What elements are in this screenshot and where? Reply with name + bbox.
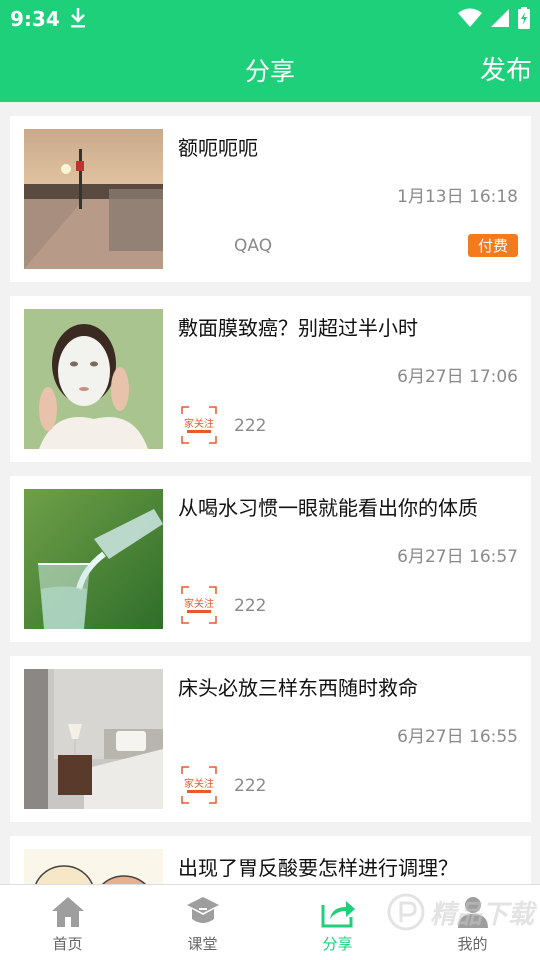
source-logo-text: 家关注 [184, 777, 214, 790]
post-author: 222 [234, 596, 267, 616]
nav-label: 首页 [52, 935, 83, 953]
classroom-icon [186, 897, 219, 923]
post-card[interactable]: 出现了胃反酸要怎样进行调理？ [10, 836, 531, 884]
status-time: 9:34 [10, 7, 60, 31]
post-time: 1月13日 16:18 [397, 187, 518, 207]
post-card[interactable]: 床头必放三样东西随时救命 6月27日 16:55 家关注 222 [10, 656, 531, 822]
post-time: 6月27日 16:57 [397, 547, 518, 567]
post-title: 出现了胃反酸要怎样进行调理？ [178, 856, 458, 880]
post-title: 床头必放三样东西随时救命 [178, 676, 418, 700]
app-header: 9:34 分享 发布 [0, 0, 540, 102]
watermark-logo-icon [387, 893, 425, 931]
post-author: 222 [234, 776, 267, 796]
nav-item-share[interactable]: 分享 [270, 885, 405, 960]
post-author: QAQ [234, 236, 273, 256]
nav-item-classroom[interactable]: 课堂 [135, 885, 270, 960]
signal-icon [491, 9, 509, 27]
source-logo-text: 家关注 [184, 417, 214, 430]
nav-item-home[interactable]: 首页 [0, 885, 135, 960]
share-icon [321, 901, 355, 928]
title-bar: 分享 发布 [0, 36, 540, 102]
post-card[interactable]: 额呃呃呃 1月13日 16:18 QAQ 付费 [10, 116, 531, 282]
publish-button[interactable]: 发布 [480, 50, 532, 87]
watermark: 精品下载 [386, 892, 534, 932]
watermark-text: 精品下载 [429, 899, 534, 930]
post-feed[interactable]: 额呃呃呃 1月13日 16:18 QAQ 付费 敷面膜致癌？别超过半小时 6月2… [0, 102, 540, 884]
post-thumbnail-water-glass [24, 489, 163, 629]
status-icons [458, 7, 530, 29]
post-card[interactable]: 从喝水习惯一眼就能看出你的体质 6月27日 16:57 家关注 222 [10, 476, 531, 642]
post-author: 222 [234, 416, 267, 436]
paid-badge: 付费 [467, 234, 518, 257]
download-icon [71, 8, 85, 28]
home-icon [51, 897, 84, 927]
post-title: 额呃呃呃 [178, 136, 258, 160]
battery-icon [518, 7, 530, 29]
post-time: 6月27日 17:06 [397, 367, 518, 387]
status-bar: 9:34 [0, 0, 540, 36]
source-logo: 家关注 [181, 586, 217, 624]
post-title: 从喝水习惯一眼就能看出你的体质 [178, 496, 478, 520]
post-thumbnail-face-mask [24, 309, 163, 449]
post-card[interactable]: 敷面膜致癌？别超过半小时 6月27日 17:06 家关注 222 [10, 296, 531, 462]
source-logo: 家关注 [181, 766, 217, 804]
post-time: 6月27日 16:55 [397, 727, 518, 747]
post-thumbnail-sunset-plaza [24, 129, 163, 269]
post-thumbnail-bedroom [24, 669, 163, 809]
source-logo: 家关注 [181, 406, 217, 444]
post-title: 敷面膜致癌？别超过半小时 [178, 316, 418, 340]
page-title: 分享 [244, 57, 295, 86]
wifi-icon [458, 8, 482, 27]
post-thumbnail-stomach-cartoon [24, 849, 163, 884]
source-logo-text: 家关注 [184, 597, 214, 610]
nav-label: 我的 [457, 935, 488, 953]
nav-label: 分享 [322, 935, 353, 953]
nav-label: 课堂 [187, 935, 218, 953]
